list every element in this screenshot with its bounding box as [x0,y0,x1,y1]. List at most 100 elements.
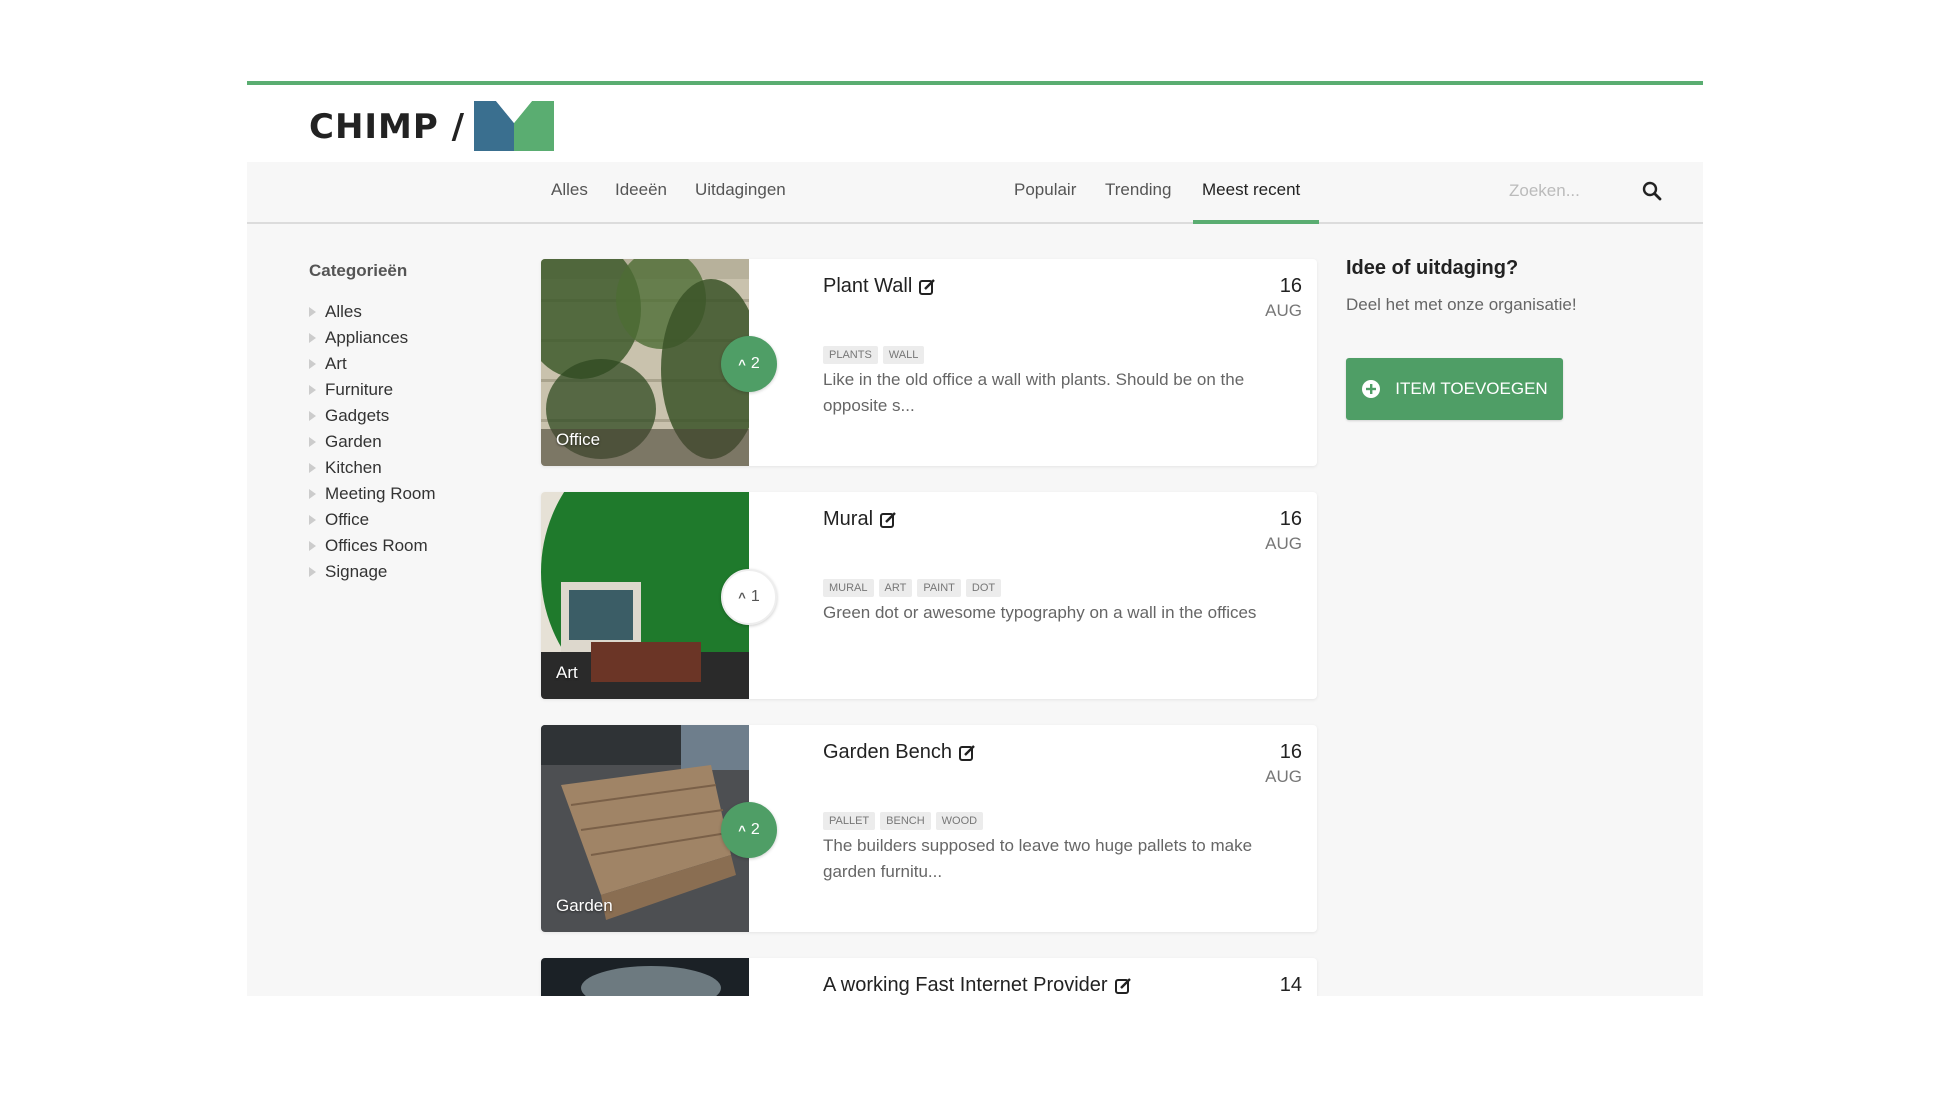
caret-right-icon [309,333,316,343]
card-title[interactable]: Plant Wall [823,275,936,298]
nav-bar: Alles Ideeën Uitdagingen Populair Trendi… [247,162,1703,224]
aside-text: Deel het met onze organisatie! [1346,295,1577,314]
category-label: Art [325,354,347,373]
caret-right-icon [309,385,316,395]
date-day: 14 [1279,974,1302,996]
app-frame: CHIMP / Alles Ideeën Uitdagingen Populai… [247,81,1703,996]
sort-trending[interactable]: Trending [1105,180,1171,200]
category-label: Gadgets [325,406,390,425]
category-sidebar: Categorieën Alles Appliances Art Furnitu… [309,261,509,585]
aside-title: Idee of uitdaging? [1346,257,1519,279]
card-image[interactable]: Art [541,492,749,699]
edit-icon[interactable] [1114,977,1132,995]
search-input[interactable] [1507,174,1631,208]
caret-right-icon [309,463,316,473]
tag[interactable]: PAINT [917,579,961,597]
tag[interactable]: WOOD [935,812,984,830]
card-category: Office [556,430,601,449]
idea-card[interactable]: Office ^ 2 Plant Wall 16 AUG PLANTS WALL… [541,259,1317,466]
date-day: 16 [1279,275,1302,297]
idea-card[interactable]: Art ^ 1 Mural 16 AUG MURAL ART PAINT DOT… [541,492,1317,699]
category-label: Kitchen [325,458,382,477]
card-title-text: A working Fast Internet Provider [823,974,1108,996]
caret-right-icon [309,307,316,317]
logo-mark-icon [474,101,554,151]
card-title-text: Plant Wall [823,275,913,297]
category-item[interactable]: Art [309,351,509,377]
search-icon[interactable] [1642,181,1662,201]
tag[interactable]: DOT [965,579,1002,597]
chevron-up-icon: ^ [738,356,746,372]
upvote-button[interactable]: ^ 2 [721,802,777,858]
tag[interactable]: MURAL [823,579,874,597]
caret-right-icon [309,567,316,577]
upvote-button[interactable]: ^ 1 [721,569,777,625]
category-label: Furniture [325,380,394,399]
card-image[interactable]: Garden [541,725,749,932]
nav-ideeen[interactable]: Ideeën [615,180,667,200]
tag-list: MURAL ART PAINT DOT [823,579,1002,597]
category-label: Meeting Room [325,484,436,503]
vote-count: 2 [750,355,760,372]
category-item[interactable]: Garden [309,429,509,455]
header: CHIMP / [247,85,1703,162]
caret-right-icon [309,411,316,421]
category-item[interactable]: Appliances [309,325,509,351]
edit-icon[interactable] [879,511,897,529]
caret-right-icon [309,489,316,499]
card-title[interactable]: A working Fast Internet Provider [823,974,1132,996]
edit-icon[interactable] [958,744,976,762]
date-month: AUG [1265,301,1302,320]
card-image[interactable] [541,958,749,996]
tag[interactable]: ART [878,579,913,597]
category-label: Alles [325,302,362,321]
category-item[interactable]: Furniture [309,377,509,403]
edit-icon[interactable] [918,278,936,296]
date-month: AUG [1265,767,1302,786]
idea-card[interactable]: Garden ^ 2 Garden Bench 16 AUG PALLET BE… [541,725,1317,932]
category-label: Office [325,510,370,529]
internet-provider-photo [541,958,749,996]
nav-alles[interactable]: Alles [551,180,588,200]
sort-meest-recent[interactable]: Meest recent [1202,180,1300,200]
card-description: Like in the old office a wall with plant… [823,370,1245,415]
caret-right-icon [309,437,316,447]
tag-list: PALLET BENCH WOOD [823,812,984,830]
category-label: Garden [325,432,382,451]
category-item[interactable]: Alles [309,299,509,325]
category-label: Signage [325,562,388,581]
category-label: Appliances [325,328,409,347]
date-month: AUG [1265,534,1302,553]
tag[interactable]: BENCH [880,812,931,830]
card-title[interactable]: Mural [823,508,897,531]
caret-right-icon [309,515,316,525]
add-item-button[interactable]: ITEM TOEVOEGEN [1346,358,1563,420]
category-label: Offices Room [325,536,428,555]
card-image[interactable]: Office [541,259,749,466]
caret-right-icon [309,541,316,551]
tag-list: PLANTS WALL [823,346,925,364]
card-category: Art [556,663,578,682]
idea-card[interactable]: A working Fast Internet Provider 14 [541,958,1317,996]
sidebar-title: Categorieën [309,261,408,280]
date-day: 16 [1279,741,1302,763]
submit-panel: Idee of uitdaging? Deel het met onze org… [1346,257,1586,420]
card-title[interactable]: Garden Bench [823,741,976,764]
category-item[interactable]: Meeting Room [309,481,509,507]
sort-populair[interactable]: Populair [1014,180,1076,200]
category-item[interactable]: Gadgets [309,403,509,429]
caret-right-icon [309,359,316,369]
category-item[interactable]: Office [309,507,509,533]
tag[interactable]: WALL [882,346,925,364]
date-day: 16 [1279,508,1302,530]
category-item[interactable]: Offices Room [309,533,509,559]
category-item[interactable]: Kitchen [309,455,509,481]
category-item[interactable]: Signage [309,559,509,585]
card-description: The builders supposed to leave two huge … [823,836,1253,881]
upvote-button[interactable]: ^ 2 [721,336,777,392]
tag[interactable]: PALLET [823,812,876,830]
vote-count: 2 [750,821,760,838]
nav-uitdagingen[interactable]: Uitdagingen [695,180,786,200]
active-tab-indicator [1193,220,1319,224]
tag[interactable]: PLANTS [823,346,878,364]
